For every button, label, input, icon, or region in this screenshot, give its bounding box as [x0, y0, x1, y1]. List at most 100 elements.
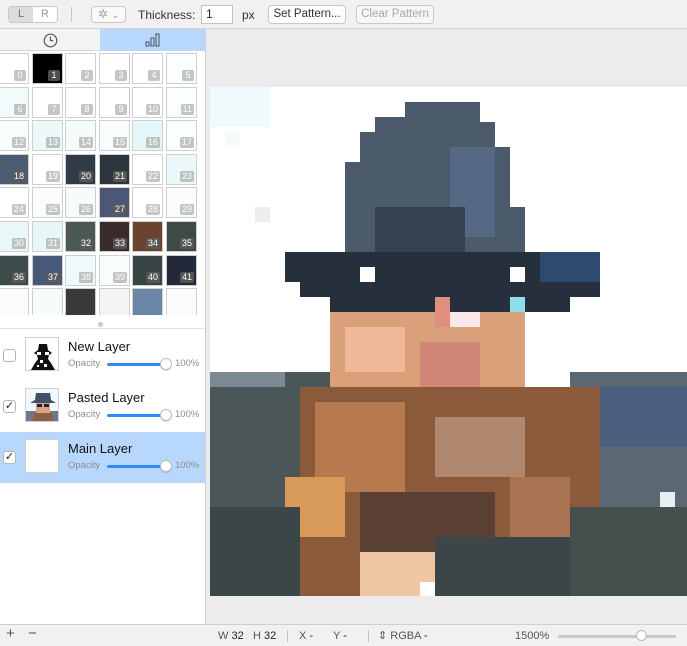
- gear-menu-button[interactable]: ✲ ⌄: [91, 6, 126, 23]
- layer-row-new-layer[interactable]: New Layer Opacity 100%: [0, 330, 205, 381]
- palette-swatch[interactable]: [132, 288, 163, 315]
- swatch-index: 9: [115, 104, 127, 115]
- palette-swatch[interactable]: 36: [0, 255, 29, 286]
- palette-swatch[interactable]: 15: [99, 120, 130, 151]
- swatch-index: 17: [179, 137, 194, 148]
- palette-swatch[interactable]: 26: [65, 187, 96, 218]
- swatch-index: 2: [81, 70, 93, 81]
- layer-name: Main Layer: [68, 441, 133, 456]
- height-label: H: [253, 630, 261, 642]
- clear-pattern-button[interactable]: Clear Pattern: [356, 5, 434, 24]
- zoom-slider-knob[interactable]: [636, 630, 647, 641]
- palette-swatch[interactable]: 1: [32, 53, 63, 84]
- palette-swatch[interactable]: 30: [0, 221, 29, 252]
- swatch-index: 18: [11, 171, 26, 182]
- palette-swatch[interactable]: [0, 288, 29, 315]
- layer-visibility-checkbox[interactable]: ✓: [3, 451, 16, 464]
- up-down-arrows-icon: ⇕: [378, 630, 388, 642]
- palette-swatch[interactable]: 21: [99, 154, 130, 185]
- layer-thumbnail: [25, 439, 59, 473]
- palette-swatch[interactable]: 25: [32, 187, 63, 218]
- palette-swatch[interactable]: 41: [166, 255, 197, 286]
- palette-swatch[interactable]: 3: [99, 53, 130, 84]
- palette-swatch[interactable]: [99, 288, 130, 315]
- opacity-slider-track[interactable]: [107, 465, 167, 468]
- mode-left-button[interactable]: L: [9, 7, 33, 22]
- opacity-slider-track[interactable]: [107, 363, 167, 366]
- palette-swatch[interactable]: 2: [65, 53, 96, 84]
- add-layer-button[interactable]: +: [6, 626, 15, 641]
- canvas-area[interactable]: [207, 29, 687, 624]
- swatch-index: 27: [112, 204, 127, 215]
- palette-swatch[interactable]: 10: [132, 87, 163, 118]
- palette-swatch[interactable]: 8: [65, 87, 96, 118]
- zoom-slider-track[interactable]: [558, 635, 676, 638]
- palette-swatch[interactable]: 23: [166, 154, 197, 185]
- palette-swatch[interactable]: 19: [32, 154, 63, 185]
- palette-swatch[interactable]: 27: [99, 187, 130, 218]
- palette-swatch[interactable]: 17: [166, 120, 197, 151]
- palette-swatch[interactable]: 5: [166, 53, 197, 84]
- swatch-index: 29: [179, 204, 194, 215]
- palette-swatch[interactable]: [65, 288, 96, 315]
- layer-visibility-checkbox[interactable]: ✓: [3, 400, 16, 413]
- palette-swatch[interactable]: 39: [99, 255, 130, 286]
- palette-swatch[interactable]: 16: [132, 120, 163, 151]
- palette-swatch[interactable]: 13: [32, 120, 63, 151]
- palette-swatch[interactable]: 35: [166, 221, 197, 252]
- palette-swatch[interactable]: 34: [132, 221, 163, 252]
- pixel-canvas[interactable]: [210, 87, 687, 596]
- pixel-art-image[interactable]: [210, 87, 687, 596]
- palette-swatch[interactable]: 6: [0, 87, 29, 118]
- color-format-selector[interactable]: ⇕ RGBA -: [378, 630, 428, 642]
- color-format-value: -: [423, 630, 428, 642]
- palette-scroll-indicator[interactable]: [98, 322, 103, 327]
- tab-history[interactable]: [0, 29, 100, 51]
- opacity-label: Opacity: [68, 358, 101, 369]
- mode-segmented-control[interactable]: L R: [8, 6, 58, 23]
- palette-swatch[interactable]: [32, 288, 63, 315]
- opacity-slider-track[interactable]: [107, 414, 167, 417]
- swatch-index: 22: [145, 171, 160, 182]
- palette-swatch[interactable]: 24: [0, 187, 29, 218]
- width-value: 32: [231, 630, 244, 642]
- swatch-index: 11: [180, 104, 194, 115]
- thickness-input[interactable]: 1: [201, 5, 233, 24]
- opacity-slider-knob[interactable]: [160, 358, 172, 370]
- layer-row-pasted-layer[interactable]: ✓ Pasted Layer Opacity 100%: [0, 381, 205, 432]
- opacity-slider-knob[interactable]: [160, 409, 172, 421]
- swatch-index: 34: [145, 238, 160, 249]
- palette-swatch[interactable]: 18: [0, 154, 29, 185]
- palette-swatch[interactable]: 31: [32, 221, 63, 252]
- swatch-index: 15: [112, 137, 127, 148]
- palette-swatch[interactable]: 33: [99, 221, 130, 252]
- palette-swatch[interactable]: 38: [65, 255, 96, 286]
- palette-swatch[interactable]: 0: [0, 53, 29, 84]
- palette-swatch[interactable]: 40: [132, 255, 163, 286]
- palette-swatch[interactable]: 20: [65, 154, 96, 185]
- set-pattern-button[interactable]: Set Pattern...: [268, 5, 346, 24]
- palette-swatch[interactable]: 28: [132, 187, 163, 218]
- palette-swatch[interactable]: 22: [132, 154, 163, 185]
- tab-palette[interactable]: [100, 29, 205, 51]
- palette-swatch[interactable]: 32: [65, 221, 96, 252]
- palette-swatch[interactable]: [166, 288, 197, 315]
- palette-swatch[interactable]: 9: [99, 87, 130, 118]
- swatch-index: 5: [182, 70, 194, 81]
- sidebar-tabs: [0, 29, 205, 51]
- opacity-slider-knob[interactable]: [160, 460, 172, 472]
- palette-swatch[interactable]: 7: [32, 87, 63, 118]
- palette-swatch[interactable]: 12: [0, 120, 29, 151]
- opacity-value: 100%: [175, 460, 200, 471]
- layer-row-main-layer[interactable]: ✓ Main Layer Opacity 100%: [0, 432, 205, 483]
- opacity-value: 100%: [175, 358, 200, 369]
- palette-swatch[interactable]: 29: [166, 187, 197, 218]
- palette-swatch[interactable]: 11: [166, 87, 197, 118]
- palette-swatch[interactable]: 37: [32, 255, 63, 286]
- remove-layer-button[interactable]: −: [28, 626, 37, 641]
- mode-right-button[interactable]: R: [33, 7, 57, 22]
- palette-swatch[interactable]: 14: [65, 120, 96, 151]
- swatch-index: 6: [14, 104, 26, 115]
- palette-swatch[interactable]: 4: [132, 53, 163, 84]
- layer-visibility-checkbox[interactable]: [3, 349, 16, 362]
